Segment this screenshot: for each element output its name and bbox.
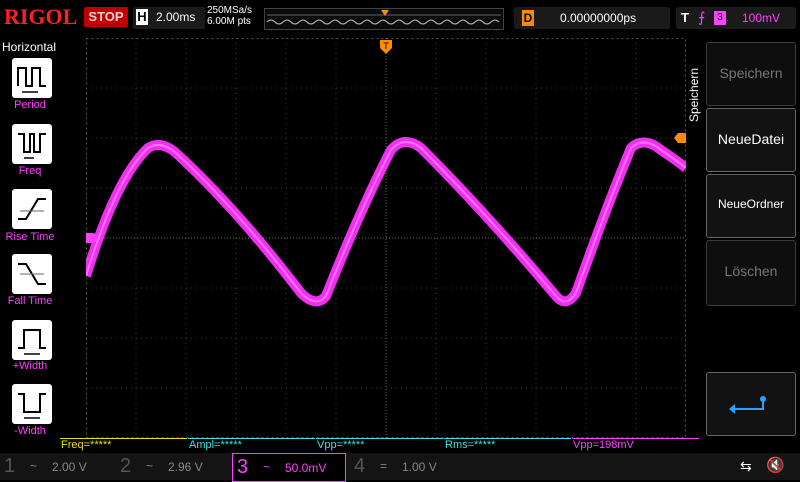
- measure-rise-time-label: Rise Time: [5, 231, 55, 243]
- measurement-rms[interactable]: Rms=*****: [444, 438, 571, 452]
- channel-3-status[interactable]: 3 ~ 50.0mV: [232, 453, 346, 482]
- frequency-icon: [18, 133, 46, 159]
- delete-button[interactable]: Löschen: [706, 240, 796, 306]
- measure-period-button[interactable]: [12, 58, 52, 98]
- measure-fall-time-button[interactable]: [12, 254, 52, 294]
- delay-display[interactable]: D 0.00000000ps: [514, 7, 670, 29]
- measurement-freq[interactable]: Freq=*****: [60, 438, 187, 452]
- fall-time-icon: [18, 263, 46, 285]
- timebase-value: 2.00ms: [156, 10, 196, 24]
- measure-neg-width-button[interactable]: [12, 384, 52, 424]
- save-button-label: Speichern: [719, 65, 783, 81]
- speaker-muted-icon[interactable]: 🔇: [766, 456, 785, 474]
- channel-1-status[interactable]: 1 ~ 2.00 V: [0, 453, 114, 480]
- trigger-level: 100mV: [742, 11, 781, 25]
- new-file-button[interactable]: NeueDatei: [706, 108, 796, 172]
- save-menu-title-text: Speichern: [687, 68, 701, 122]
- rise-time-icon: [18, 198, 46, 220]
- memory-position-bar[interactable]: [264, 8, 504, 30]
- memory-depth: 6.00M pts: [207, 16, 251, 27]
- usb-icon: ⇆: [740, 458, 752, 474]
- measure-pos-width-button[interactable]: [12, 320, 52, 360]
- measure-freq-button[interactable]: [12, 124, 52, 164]
- channel-3-scale: 50.0mV: [285, 461, 327, 475]
- acquisition-info: 250MSa/s 6.00M pts: [207, 5, 252, 27]
- run-stop-button[interactable]: STOP: [84, 7, 128, 27]
- trigger-label: T: [681, 10, 689, 25]
- channel-2-status[interactable]: 2 ~ 2.96 V: [116, 453, 230, 480]
- return-button[interactable]: [706, 372, 796, 436]
- channel-3-number: 3: [237, 456, 249, 478]
- measurement-vpp-1[interactable]: Vpp=*****: [316, 438, 443, 452]
- channel-4-number: 4: [354, 455, 366, 477]
- measure-neg-width-label: -Width: [14, 425, 46, 437]
- delete-button-label: Löschen: [724, 263, 778, 279]
- channel-2-scale: 2.96 V: [168, 460, 203, 474]
- channel-2-coupling-icon: ~: [146, 459, 154, 473]
- channel-1-coupling-icon: ~: [30, 459, 38, 473]
- channel-3-coupling-icon: ~: [263, 460, 271, 474]
- channel-1-number: 1: [4, 455, 16, 477]
- measure-menu-title: Horizontal: [2, 40, 57, 54]
- rising-edge-icon: ⨍: [698, 9, 706, 25]
- measure-pos-width-label: +Width: [12, 360, 48, 372]
- new-folder-button-label: NeueOrdner: [717, 197, 785, 211]
- negative-width-icon: [18, 393, 46, 419]
- save-button[interactable]: Speichern: [706, 42, 796, 106]
- trigger-source: 3: [714, 11, 726, 25]
- sample-rate: 250MSa/s: [207, 5, 253, 16]
- svg-text:T: T: [383, 41, 389, 51]
- save-menu-title: Speichern: [687, 68, 701, 122]
- period-icon: [17, 67, 46, 93]
- channel-2-number: 2: [120, 455, 132, 477]
- horizontal-label: H: [136, 9, 148, 25]
- waveform-display[interactable]: T: [86, 38, 686, 438]
- channel-4-status[interactable]: 4 = 1.00 V: [350, 453, 464, 480]
- brand-logo: RIGOL: [4, 4, 78, 29]
- memory-waveform-preview: [266, 10, 501, 25]
- channel-4-coupling-icon: =: [380, 459, 388, 473]
- measure-freq-label: Freq: [18, 165, 42, 177]
- measure-fall-time-label: Fall Time: [7, 295, 53, 307]
- measurement-bar: Freq=***** Ampl=***** Vpp=***** Rms=****…: [60, 438, 700, 452]
- horizontal-timebase[interactable]: H 2.00ms: [133, 7, 205, 29]
- trigger-display[interactable]: T ⨍ 3 100mV: [676, 7, 796, 29]
- measurement-vpp-2[interactable]: Vpp=198mV: [572, 438, 699, 452]
- delay-label: D: [522, 10, 534, 26]
- new-file-button-label: NeueDatei: [717, 131, 785, 147]
- channel-1-scale: 2.00 V: [52, 460, 87, 474]
- measurement-ampl[interactable]: Ampl=*****: [188, 438, 315, 452]
- channel-4-scale: 1.00 V: [402, 460, 437, 474]
- measure-period-label: Period: [14, 99, 46, 111]
- measure-rise-time-button[interactable]: [12, 189, 52, 229]
- return-arrow-icon: [729, 396, 766, 414]
- channel-status-bar: 1 ~ 2.00 V 2 ~ 2.96 V 3 ~ 50.0mV 4 = 1.0…: [0, 453, 800, 482]
- delay-value: 0.00000000ps: [560, 11, 637, 25]
- new-folder-button[interactable]: NeueOrdner: [706, 174, 796, 238]
- positive-width-icon: [18, 329, 46, 355]
